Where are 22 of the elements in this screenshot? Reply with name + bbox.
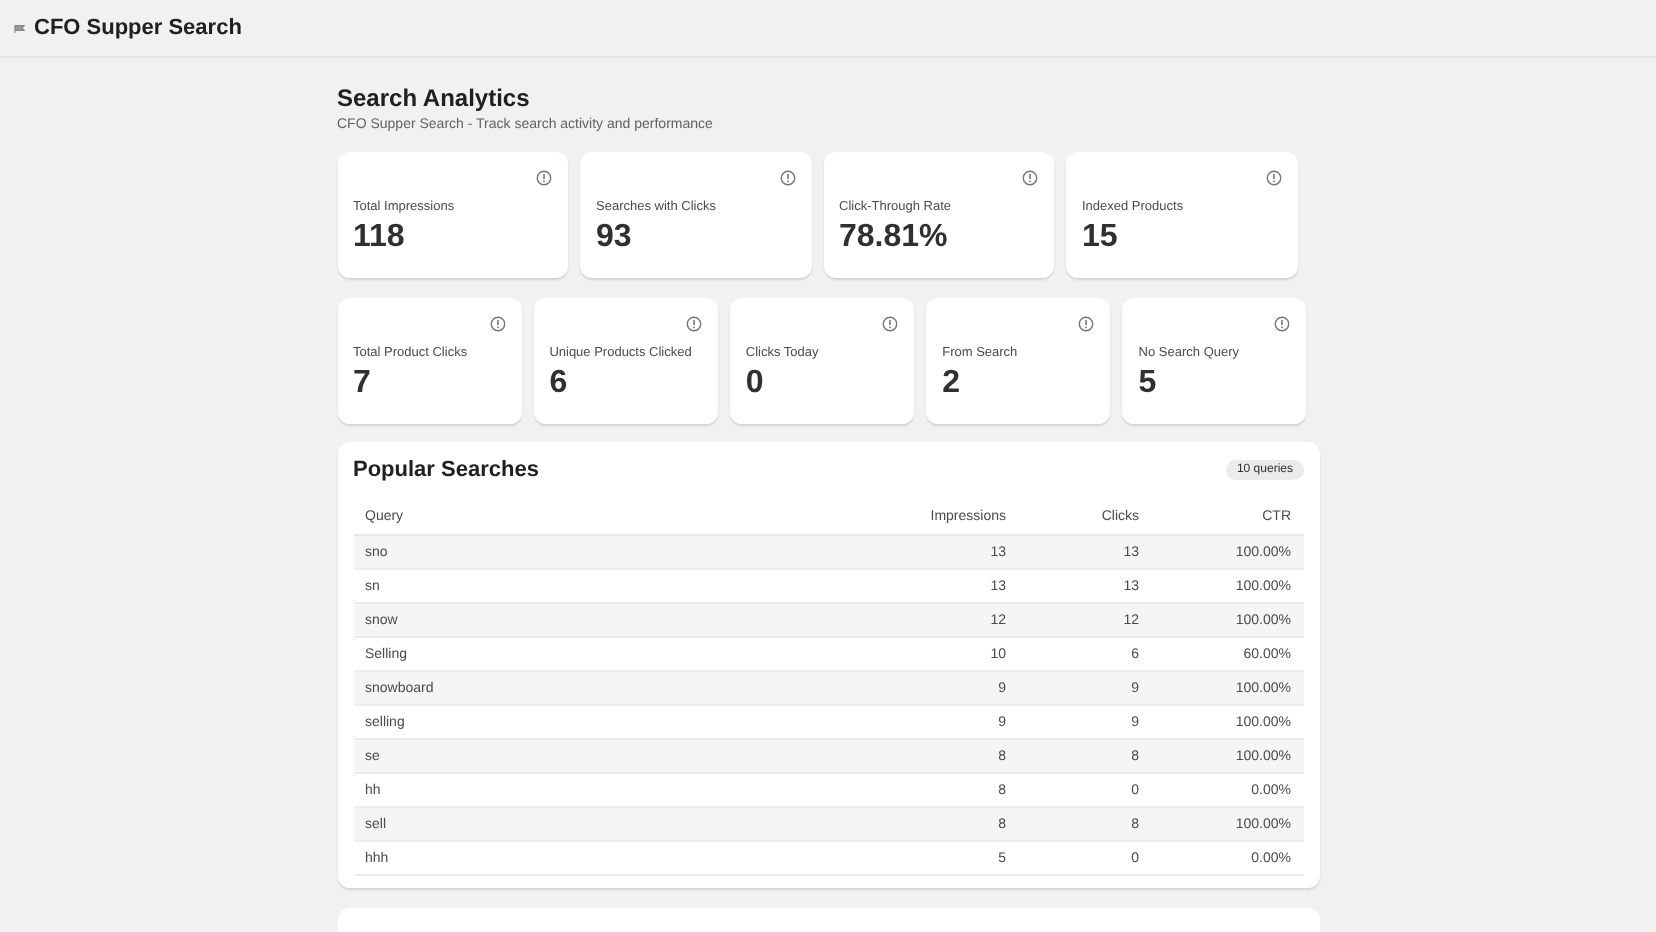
info-icon[interactable] bbox=[779, 170, 795, 186]
section-title: Popular Searches bbox=[353, 458, 539, 482]
page-title: Search Analytics bbox=[337, 84, 532, 112]
info-icon[interactable] bbox=[685, 316, 702, 332]
stat-value: 93 bbox=[596, 220, 634, 256]
stat-value: 7 bbox=[353, 366, 373, 402]
stat-value: 5 bbox=[1138, 366, 1159, 402]
stat-value: 15 bbox=[1082, 220, 1120, 256]
info-icon[interactable] bbox=[1022, 170, 1038, 186]
info-icon[interactable] bbox=[1078, 316, 1095, 332]
stat-value: 118 bbox=[353, 220, 407, 256]
stat-value: 6 bbox=[549, 366, 570, 402]
info-icon[interactable] bbox=[489, 316, 506, 332]
info-icon[interactable] bbox=[1265, 170, 1281, 186]
info-icon[interactable] bbox=[536, 170, 552, 186]
flag-icon bbox=[14, 23, 26, 33]
stat-value: 78.81% bbox=[839, 220, 950, 256]
stat-value: 2 bbox=[942, 366, 962, 402]
stat-value: 0 bbox=[745, 366, 766, 402]
info-icon[interactable] bbox=[1274, 316, 1291, 332]
info-icon[interactable] bbox=[882, 316, 899, 332]
app-title: CFO Supper Search bbox=[34, 16, 242, 40]
